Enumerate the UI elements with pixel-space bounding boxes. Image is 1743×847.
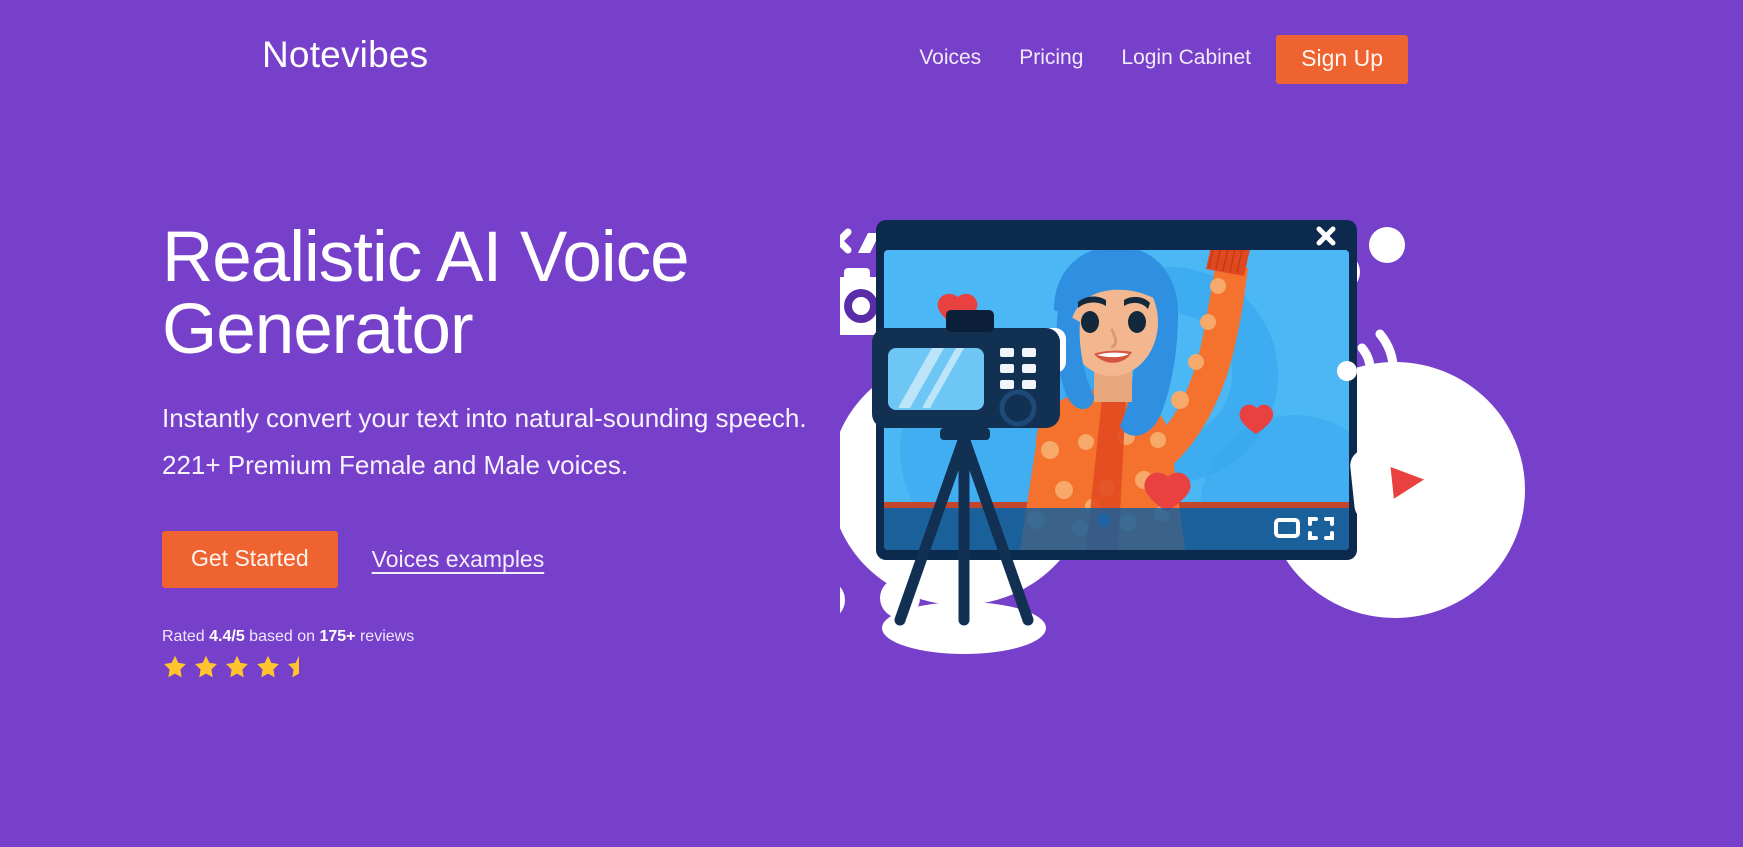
star-icon-half [288,656,299,678]
nav-item-pricing[interactable]: Pricing [1019,46,1083,70]
star-icon-full [164,656,186,678]
cta-row: Get Started Voices examples [162,531,862,589]
get-started-button[interactable]: Get Started [162,531,338,589]
rating-text: Rated 4.4/5 based on 175+ reviews [162,628,862,646]
rating-block: Rated 4.4/5 based on 175+ reviews [162,628,862,680]
tripod-mount [940,428,990,440]
sign-up-button[interactable]: Sign Up [1276,35,1408,84]
rating-middle: based on [244,628,320,646]
rating-suffix: reviews [355,628,415,646]
page-title: Realistic AI Voice Generator [162,218,690,370]
decor-circle-1 [1369,227,1405,263]
brand-logo[interactable]: Notevibes [262,34,428,76]
wifi-dot [1337,361,1357,381]
star-rating [162,654,862,680]
decor-circle-3 [840,586,845,614]
rating-score: 4.4/5 [209,628,245,646]
play-button-icon [1350,442,1455,522]
voices-examples-link[interactable]: Voices examples [372,546,545,573]
nav-item-voices[interactable]: Voices [919,46,981,70]
hero-subtitle: Instantly convert your text into natural… [162,402,807,481]
star-icon-full [195,656,217,678]
star-icon-full [257,656,279,678]
hero-illustration [840,150,1540,710]
nav-item-login-cabinet[interactable]: Login Cabinet [1121,46,1251,70]
rating-count: 175+ [319,628,356,646]
site-header: Notevibes Voices Pricing Login Cabinet S… [0,0,1743,112]
star-icon-full [226,656,248,678]
main-navigation: Voices Pricing Login Cabinet [919,46,1251,70]
rating-prefix: Rated [162,628,210,646]
hero-section: Realistic AI Voice Generator Instantly c… [162,218,862,680]
close-x-icon-decor [840,228,852,254]
